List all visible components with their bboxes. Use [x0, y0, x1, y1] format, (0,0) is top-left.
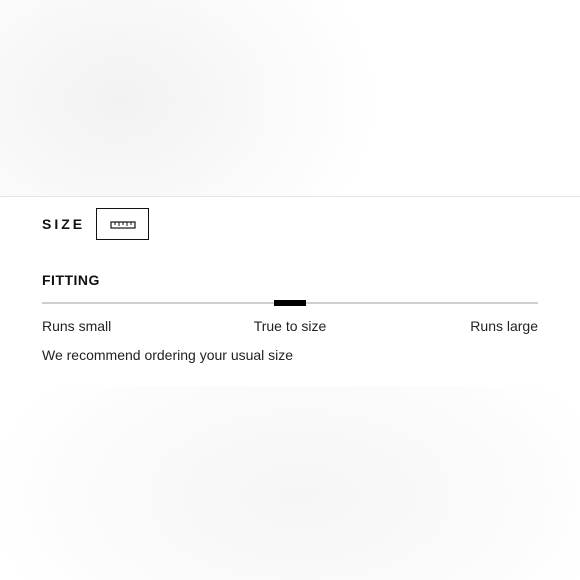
fit-label-runs-small: Runs small	[42, 318, 112, 334]
ruler-icon	[110, 221, 136, 229]
size-fitting-panel: SIZE FITTING Runs small True to size Run…	[0, 196, 580, 386]
fit-recommendation-text: We recommend ordering your usual size	[42, 347, 294, 363]
size-guide-button[interactable]	[96, 208, 150, 240]
fit-label-true-to-size: True to size	[253, 318, 327, 334]
product-image-area-bottom	[0, 386, 580, 580]
size-header: SIZE	[42, 208, 150, 240]
size-title: SIZE	[42, 216, 86, 232]
fit-scale	[42, 300, 538, 306]
fit-label-runs-large: Runs large	[470, 318, 538, 334]
fitting-title: FITTING	[42, 272, 100, 288]
product-image-area-top	[0, 0, 580, 196]
fit-scale-marker	[274, 300, 306, 306]
